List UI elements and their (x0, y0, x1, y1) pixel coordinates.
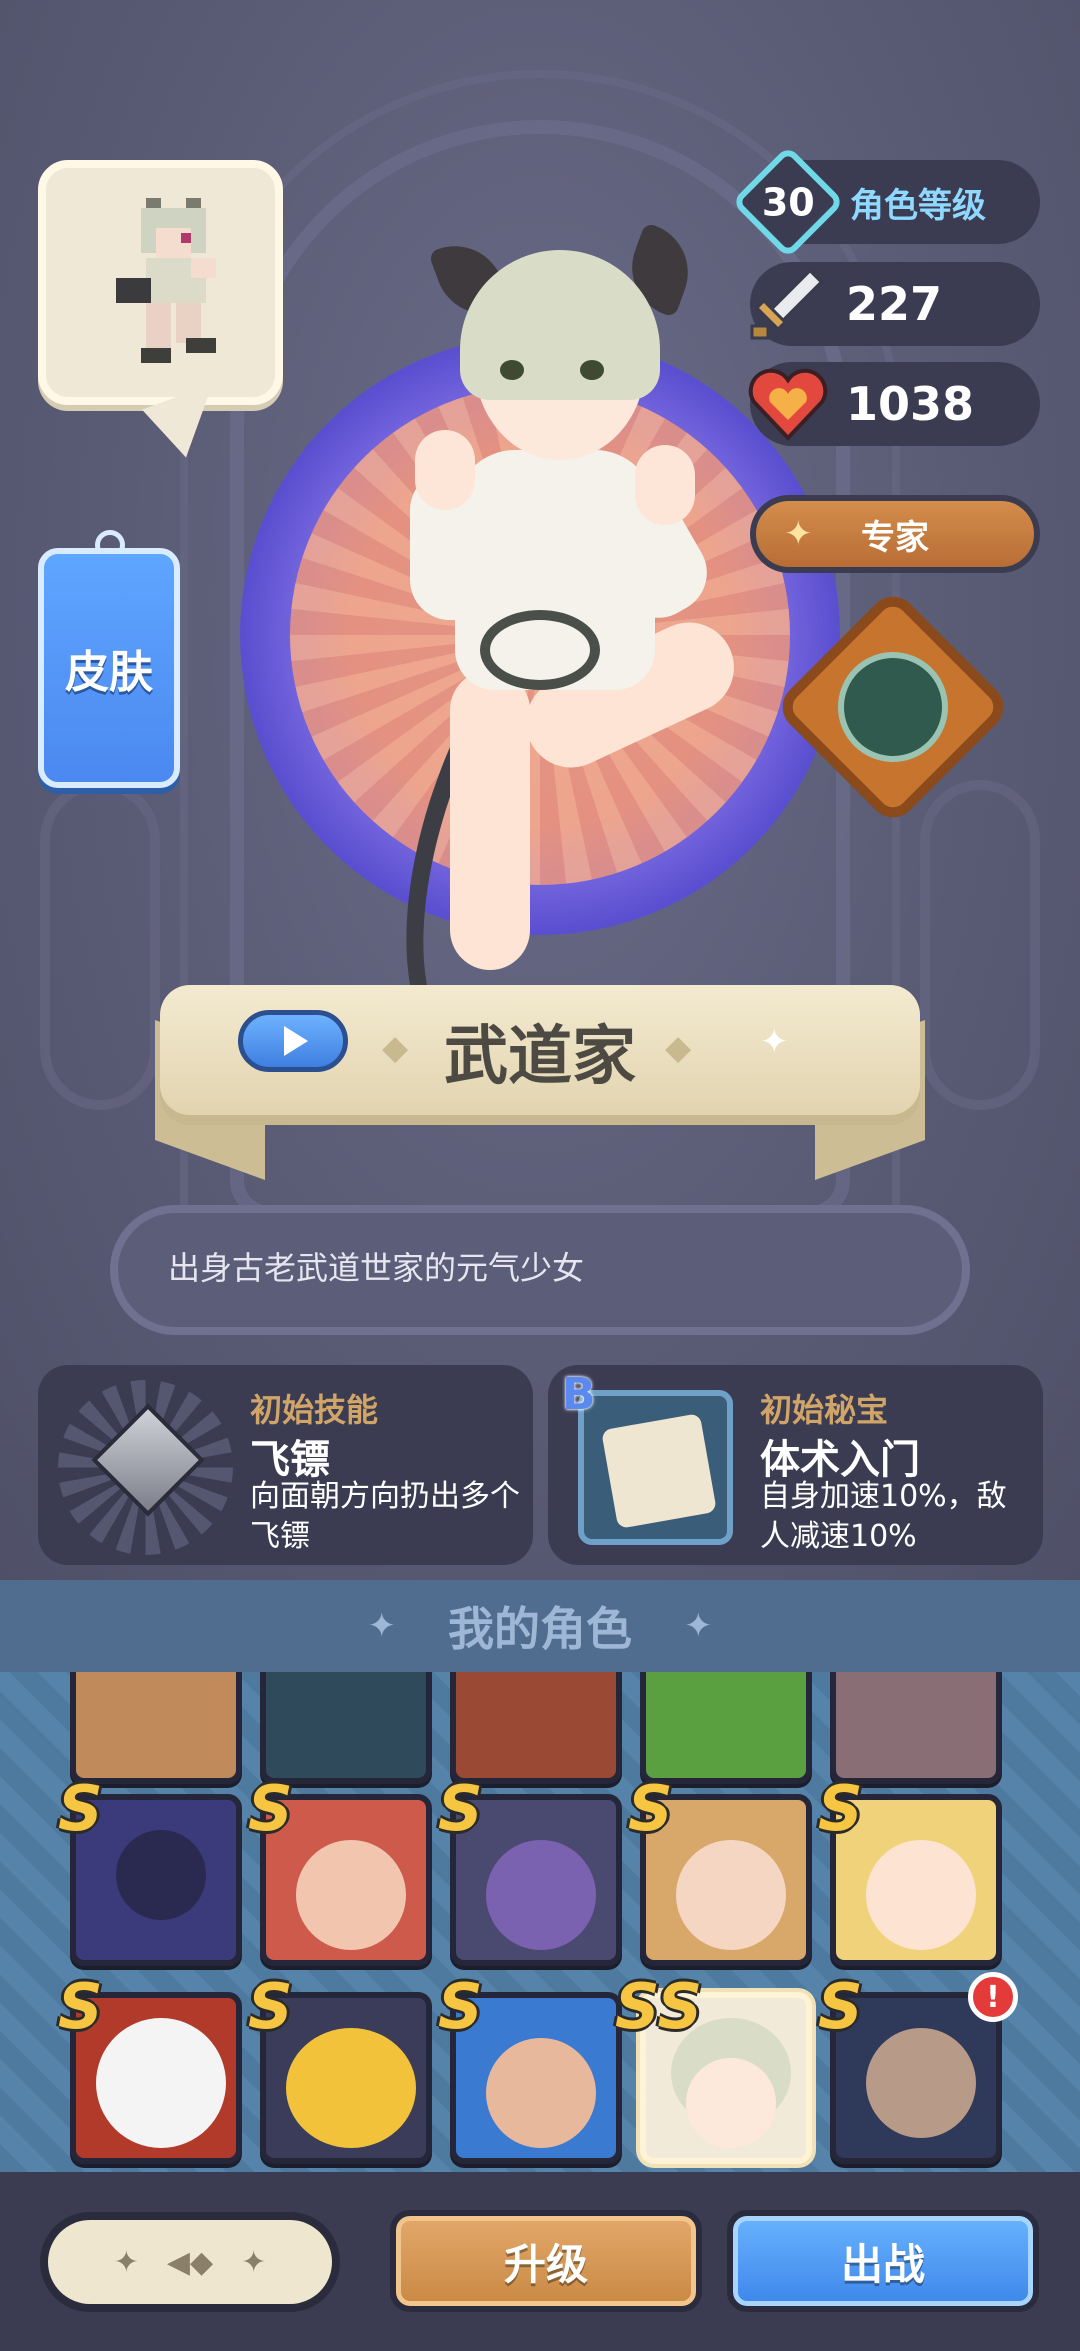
play-icon (284, 1026, 308, 1056)
sword-icon (740, 256, 836, 352)
health-stat: 1038 (748, 362, 1040, 446)
pixel-hero-icon (116, 198, 216, 363)
hero-belt (480, 610, 600, 690)
arrow-emblem-icon: ◀◆ (166, 2244, 214, 2280)
character-slot[interactable] (830, 1672, 1002, 1784)
relic-card-title: 初始秘宝 (760, 1391, 889, 1429)
level-badge: 30 (731, 145, 845, 259)
level-label: 角色等级 (850, 185, 986, 226)
hero-description-box: 出身古老武道世家的元气少女 (110, 1205, 970, 1335)
rank-badge: S (248, 1772, 293, 1845)
rank-badge: S (438, 1772, 483, 1845)
upgrade-button[interactable]: 升级 (390, 2210, 702, 2312)
battle-button-label: 出战 (840, 2239, 925, 2289)
health-value: 1038 (846, 377, 975, 431)
starting-relic-card[interactable]: B 初始秘宝 体术入门 自身加速10%，敌人减速10% (548, 1365, 1043, 1565)
battle-button[interactable]: 出战 (727, 2210, 1039, 2312)
my-characters-title: 我的角色 (448, 1602, 632, 1656)
sparkle-right-icon: ✦ (241, 2244, 267, 2280)
rank-badge: S (248, 1970, 293, 2043)
expert-badge[interactable]: ✦ 专家 (750, 495, 1040, 573)
heart-icon (740, 356, 836, 452)
attack-stat: 227 (750, 262, 1040, 346)
left-ornament (40, 780, 160, 1110)
hero-description: 出身古老武道世家的元气少女 (168, 1249, 585, 1287)
attack-value: 227 (846, 277, 943, 331)
starting-skill-card[interactable]: 初始技能 飞镖 向面朝方向扔出多个飞镖 (38, 1365, 533, 1565)
skill-description: 向面朝方向扔出多个飞镖 (250, 1479, 520, 1554)
header-deco-left-icon: ✦ (367, 1606, 397, 1646)
my-characters-header: ✦ 我的角色 ✦ (0, 1580, 1080, 1672)
hero-portrait (280, 222, 780, 1106)
scroll-icon (578, 1390, 733, 1545)
upgrade-button-label: 升级 (503, 2239, 588, 2289)
relic-description: 自身加速10%，敌人减速10% (760, 1479, 1007, 1554)
rank-badge: S (818, 1772, 863, 1845)
bottom-action-bar: ✦ ◀◆ ✦ 升级 出战 (0, 2172, 1080, 2351)
sparkle-icon: ✦ (784, 514, 813, 554)
right-ornament (920, 780, 1040, 1110)
hero-name: 武道家 (444, 1020, 636, 1094)
relic-grade-badge: B (562, 1369, 596, 1420)
rank-badge: S (58, 1970, 103, 2043)
expert-label: 专家 (861, 517, 929, 558)
character-roster: S S S S S S S S SS S ! (0, 1672, 1080, 2172)
kunai-icon (58, 1380, 233, 1555)
filter-toggle[interactable]: ✦ ◀◆ ✦ (40, 2212, 340, 2312)
level-stat: 30 角色等级 (731, 145, 1040, 259)
skin-button[interactable]: 皮肤 (38, 548, 180, 788)
skin-button-label: 皮肤 (65, 647, 153, 698)
pixel-avatar-bubble[interactable] (38, 160, 283, 405)
rank-badge: S (58, 1772, 103, 1845)
header-deco-right-icon: ✦ (684, 1606, 713, 1646)
rank-badge: S (818, 1970, 863, 2043)
character-slot[interactable] (70, 1672, 242, 1784)
emblem-crest-icon (838, 652, 948, 762)
voice-play-button[interactable] (238, 1010, 348, 1072)
level-value: 30 (761, 179, 815, 224)
rank-badge: S (628, 1772, 673, 1845)
selected-rank-badge: SS (615, 1970, 703, 2043)
character-slot[interactable] (260, 1672, 432, 1784)
rank-badge: S (438, 1970, 483, 2043)
banner-sparkle-icon: ✦ (760, 1022, 789, 1062)
sparkle-left-icon: ✦ (113, 2244, 139, 2280)
skill-card-title: 初始技能 (250, 1391, 379, 1429)
character-slot[interactable] (450, 1672, 622, 1784)
alert-badge: ! (968, 1972, 1018, 2022)
character-slot[interactable] (640, 1672, 812, 1784)
